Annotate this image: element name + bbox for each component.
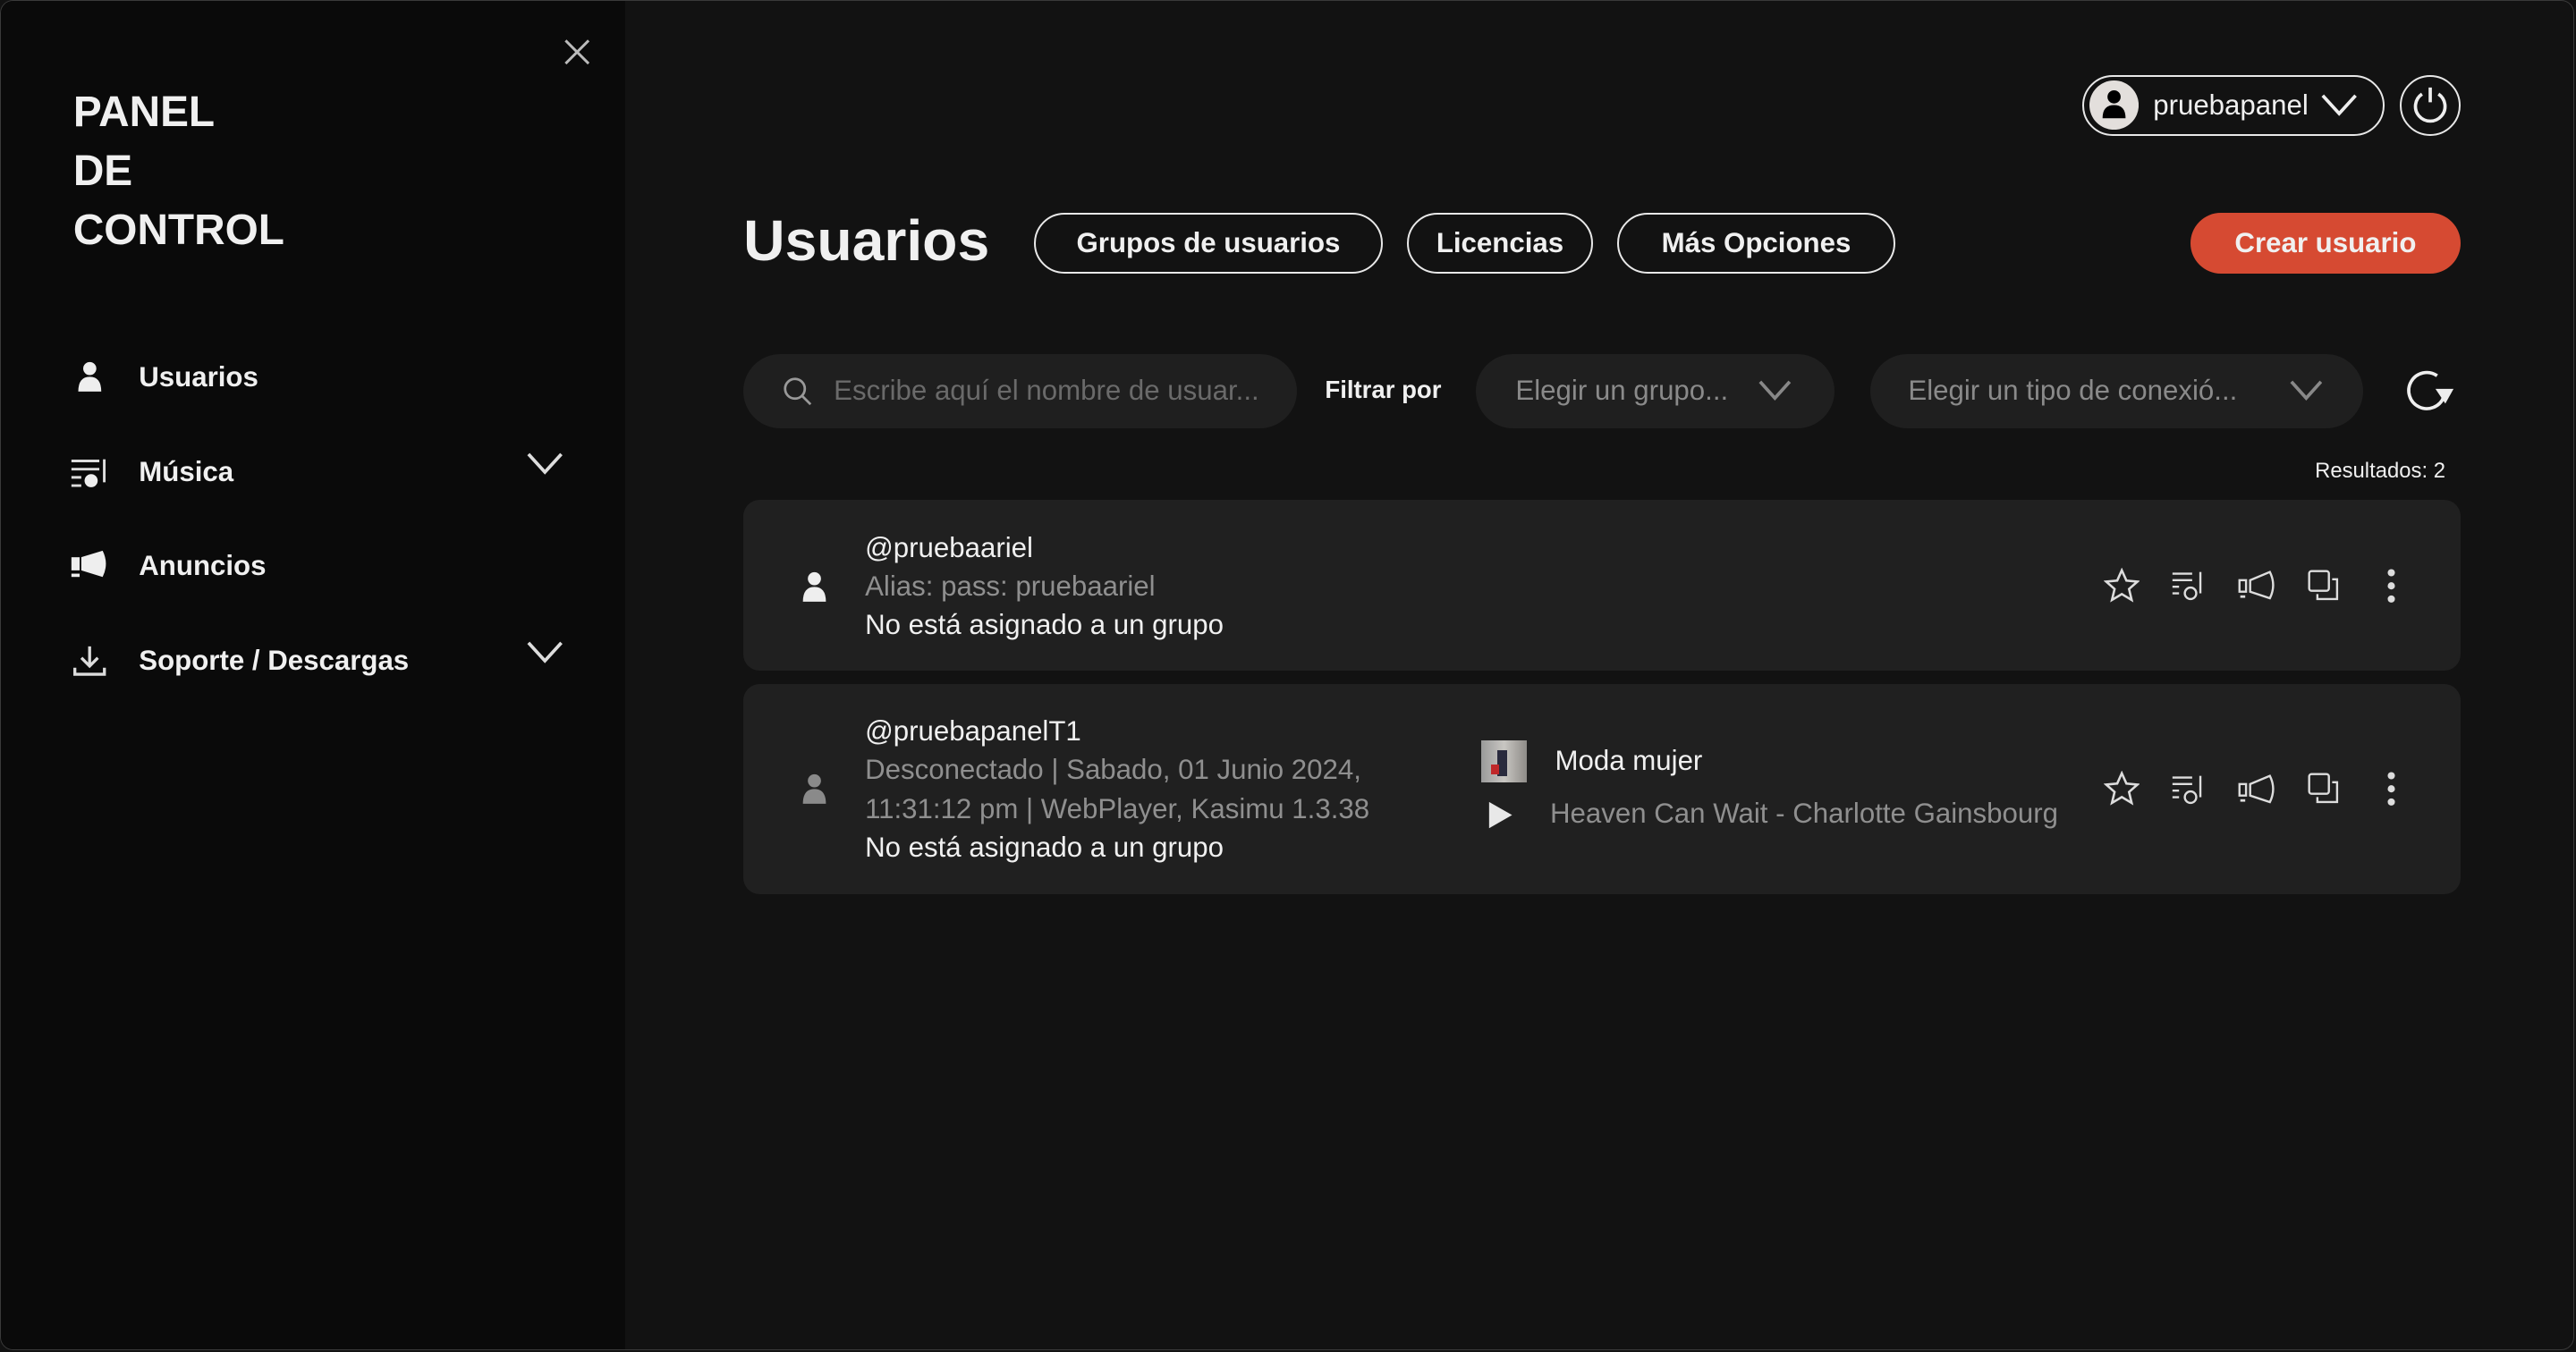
playlist-name: Moda mujer [1555, 745, 1703, 777]
page-title: Usuarios [743, 208, 990, 274]
user-handle: @pruebapanelT1 [865, 715, 1081, 748]
user-handle: @pruebaariel [865, 531, 1033, 563]
star-icon[interactable] [2102, 566, 2141, 605]
close-icon[interactable] [559, 34, 595, 70]
playlist-icon[interactable] [2169, 770, 2208, 809]
group-select-value: Elegir un grupo... [1515, 375, 1729, 407]
user-icon [70, 358, 109, 397]
app-window: PANEL DE CONTROL Usuarios Música Anuncio… [0, 0, 2575, 1350]
playlist-icon [70, 452, 109, 492]
search-placeholder: Escribe aquí el nombre de usuar... [834, 375, 1259, 407]
user-card[interactable]: @pruebapanelT1 Desconectado | Sabado, 01… [743, 684, 2461, 895]
more-options-icon[interactable] [2371, 770, 2411, 809]
tab-licencias[interactable]: Licencias [1407, 212, 1593, 274]
group-select[interactable]: Elegir un grupo... [1476, 353, 1835, 428]
user-status-detail: 11:31:12 pm | WebPlayer, Kasimu 1.3.38 [865, 792, 1370, 824]
user-actions [2102, 770, 2411, 809]
sidebar-item-label: Soporte / Descargas [139, 645, 410, 677]
avatar [2089, 80, 2139, 131]
tab-grupos-de-usuarios[interactable]: Grupos de usuarios [1034, 212, 1383, 274]
user-card[interactable]: @pruebaariel Alias: pass: pruebaariel No… [743, 500, 2461, 672]
sidebar-item-label: Música [139, 456, 234, 488]
user-group: No está asignado a un grupo [865, 831, 1224, 863]
playlist-cover [1480, 739, 1528, 783]
power-icon [2413, 87, 2446, 123]
refresh-icon[interactable] [2404, 368, 2457, 413]
filter-label: Filtrar por [1325, 375, 1442, 403]
user-group: No está asignado a un grupo [865, 608, 1224, 640]
play-icon[interactable] [1487, 800, 1513, 830]
user-status: Desconectado | Sabado, 01 Junio 2024, [865, 754, 1361, 786]
user-alias: Alias: pass: pruebaariel [865, 570, 1156, 602]
track-name: Heaven Can Wait - Charlotte Gainsbourg [1549, 797, 2058, 829]
logout-button[interactable] [2399, 74, 2461, 136]
connection-type-select[interactable]: Elegir un tipo de conexió... [1870, 353, 2364, 428]
chevron-down-icon [2290, 380, 2322, 401]
duplicate-icon[interactable] [2304, 770, 2343, 809]
user-actions [2102, 566, 2411, 605]
megaphone-icon [70, 546, 109, 586]
megaphone-icon[interactable] [2237, 566, 2276, 605]
sidebar-item-musica[interactable]: Música [70, 448, 563, 497]
user-icon [802, 774, 826, 805]
username: pruebapanel [2153, 89, 2309, 121]
search-input[interactable]: Escribe aquí el nombre de usuar... [743, 353, 1298, 428]
chevron-down-icon [1758, 380, 1792, 401]
tab-mas-opciones[interactable]: Más Opciones [1617, 212, 1895, 274]
connection-select-value: Elegir un tipo de conexió... [1908, 375, 2238, 407]
brand-title: PANEL DE CONTROL [72, 88, 284, 255]
chevron-down-icon[interactable] [527, 452, 563, 476]
more-options-icon[interactable] [2371, 566, 2411, 605]
user-menu-button[interactable]: pruebapanel [2082, 74, 2385, 136]
search-icon [784, 377, 812, 405]
playlist-icon[interactable] [2169, 566, 2208, 605]
star-icon[interactable] [2102, 770, 2141, 809]
sidebar-item-label: Anuncios [139, 549, 267, 581]
sidebar-item-usuarios[interactable]: Usuarios [70, 352, 563, 401]
results-count: Resultados: 2 [2315, 459, 2446, 484]
user-icon [802, 572, 826, 603]
chevron-down-icon[interactable] [527, 641, 563, 664]
sidebar: PANEL DE CONTROL Usuarios Música Anuncio… [1, 1, 625, 1349]
sidebar-item-label: Usuarios [139, 360, 258, 393]
chevron-down-icon [2321, 94, 2358, 116]
duplicate-icon[interactable] [2304, 566, 2343, 605]
download-icon [70, 641, 109, 680]
create-user-button[interactable]: Crear usuario [2190, 212, 2461, 274]
sidebar-item-anuncios[interactable]: Anuncios [70, 541, 563, 590]
megaphone-icon[interactable] [2237, 770, 2276, 809]
main-content: pruebapanel Usuarios Grupos de usuarios … [627, 1, 2573, 1349]
sidebar-item-soporte[interactable]: Soporte / Descargas [70, 637, 563, 686]
